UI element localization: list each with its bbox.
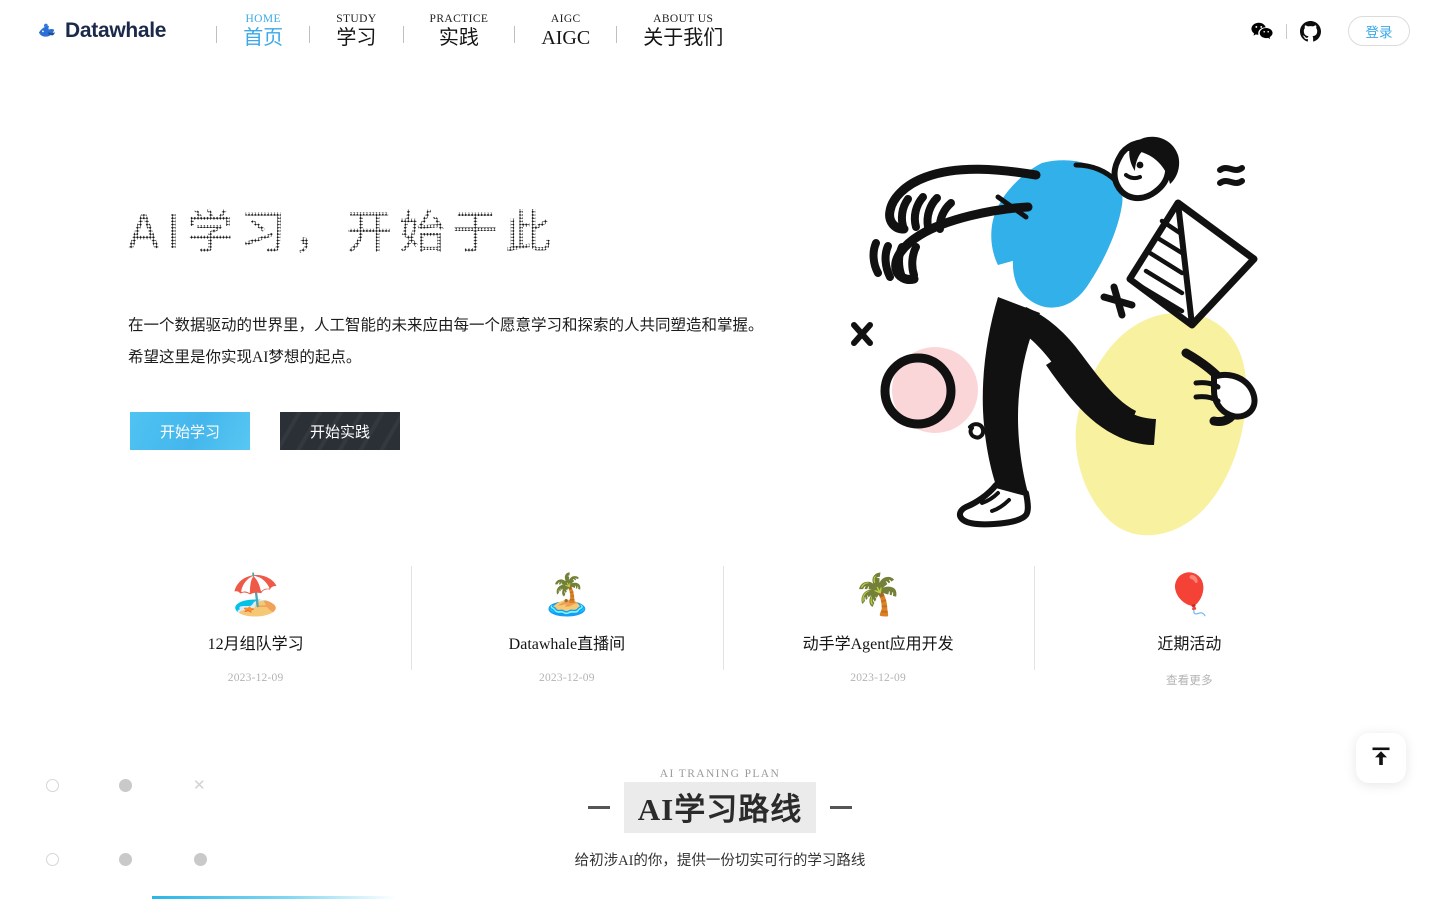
nav-divider (402, 25, 404, 43)
card-title: Datawhale直播间 (508, 636, 626, 653)
site-header: Datawhale HOME 首页 STUDY 学习 PRACTICE 实践 A… (0, 0, 1440, 62)
nav-divider (616, 25, 618, 43)
section-dash-left (587, 806, 610, 809)
nav-item-about-us-en: ABOUT US (653, 12, 714, 25)
hero-cta-group: 开始学习 开始实践 (130, 412, 400, 450)
nav-item-study-en: STUDY (336, 12, 377, 25)
nav-item-about-us-cn: 关于我们 (643, 27, 724, 50)
nav-item-practice-en: PRACTICE (429, 12, 489, 25)
hero-description: 在一个数据驱动的世界里，人工智能的未来应由每一个愿意学习和探索的人共同塑造和掌握… (128, 310, 808, 374)
hero-title-text: AI学习，开始于此 (128, 205, 559, 259)
section-eyebrow: AI TRANING PLAN (659, 768, 781, 780)
nav-item-aigc[interactable]: AIGC AIGC (537, 12, 594, 50)
nav-divider (216, 25, 218, 43)
start-practice-button[interactable]: 开始实践 (280, 412, 400, 450)
card-meta: 2023-12-09 (850, 672, 906, 684)
card-title: 12月组队学习 (207, 636, 304, 653)
scroll-to-top-icon (1368, 743, 1394, 774)
card-meta: 2023-12-09 (227, 672, 284, 684)
palm-tree-icon: 🌴 (853, 572, 904, 618)
nav-item-aigc-cn: AIGC (541, 27, 591, 50)
scroll-to-top-button[interactable] (1356, 733, 1406, 783)
card-title: 近期活动 (1157, 636, 1222, 653)
nav-item-study-cn: 学习 (336, 27, 377, 50)
beach-umbrella-icon: 🏖️ (230, 572, 281, 618)
hot-air-balloon-icon: 🎈 (1164, 572, 1215, 618)
ai-learning-path-section: AI TRANING PLAN AI学习路线 给初涉AI的你，提供一份切实可行的… (0, 768, 1440, 900)
hero-description-line-1: 在一个数据驱动的世界里，人工智能的未来应由每一个愿意学习和探索的人共同塑造和掌握… (128, 317, 764, 334)
brand-logo[interactable]: Datawhale (36, 19, 166, 43)
card-item[interactable]: 🏖️ 12月组队学习 2023-12-09 (100, 560, 411, 684)
nav-item-home-cn: 首页 (243, 27, 284, 50)
brand-name: Datawhale (65, 19, 167, 42)
hero-title: AI学习，开始于此 (125, 193, 745, 273)
card-item[interactable]: 🏝️ Datawhale直播间 2023-12-09 (411, 560, 722, 684)
whale-logo-icon (36, 20, 58, 42)
card-item[interactable]: 🎈 近期活动 查看更多 (1033, 560, 1345, 688)
login-button[interactable]: 登录 (1348, 16, 1410, 46)
nav-item-about-us[interactable]: ABOUT US 关于我们 (639, 12, 727, 50)
wechat-icon[interactable] (1251, 22, 1273, 41)
nav-divider (514, 25, 516, 43)
start-learning-button[interactable]: 开始学习 (130, 412, 250, 450)
nav-item-practice[interactable]: PRACTICE 实践 (426, 12, 493, 50)
feature-card-list: 🏖️ 12月组队学习 2023-12-09 🏝️ Datawhale直播间 20… (100, 560, 1345, 710)
nav-item-home-en: HOME (245, 12, 281, 25)
section-title-row: AI学习路线 (0, 782, 1440, 833)
nav-item-aigc-en: AIGC (550, 12, 581, 25)
card-meta: 2023-12-09 (539, 672, 595, 684)
github-icon[interactable] (1300, 20, 1321, 42)
person-leaning-back-illustration (830, 125, 1290, 545)
section-dash-right (830, 806, 853, 809)
nav-divider (309, 25, 311, 43)
nav-item-home[interactable]: HOME 首页 (239, 12, 287, 50)
section-title: AI学习路线 (623, 782, 817, 833)
header-actions: 登录 (1251, 16, 1410, 46)
hero-description-line-2: 希望这里是你实现AI梦想的起点。 (128, 349, 362, 366)
card-item[interactable]: 🌴 动手学Agent应用开发 2023-12-09 (722, 560, 1034, 684)
header-divider (1286, 23, 1287, 39)
nav-item-practice-cn: 实践 (438, 27, 479, 50)
card-meta-view-more[interactable]: 查看更多 (1166, 672, 1213, 688)
card-title: 动手学Agent应用开发 (802, 636, 954, 653)
desert-island-icon: 🏝️ (541, 572, 592, 618)
nav-item-study[interactable]: STUDY 学习 (332, 12, 380, 50)
main-navigation: HOME 首页 STUDY 学习 PRACTICE 实践 AIGC AIGC A… (194, 12, 727, 50)
section-subtitle: 给初涉AI的你，提供一份切实可行的学习路线 (574, 853, 866, 869)
